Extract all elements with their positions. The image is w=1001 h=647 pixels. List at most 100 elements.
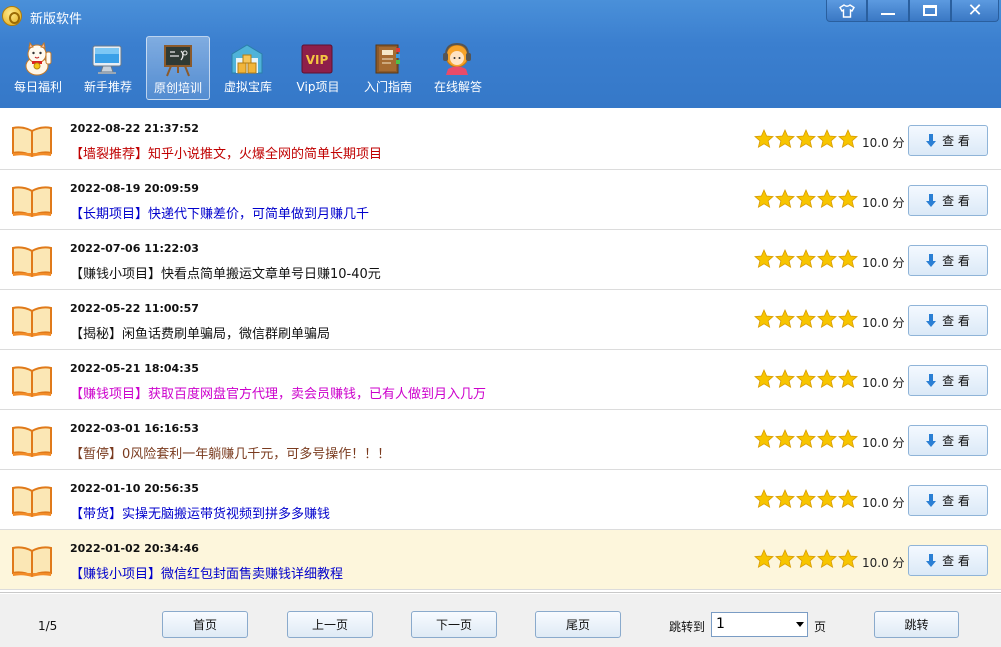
- item-title[interactable]: 【揭秘】闲鱼话费刷单骗局，微信群刷单骗局: [70, 323, 330, 342]
- nav-item-online-help[interactable]: 在线解答: [426, 36, 490, 100]
- vip-icon: VIP: [301, 44, 333, 74]
- download-arrow-icon: [926, 553, 937, 567]
- star-icon: [754, 189, 774, 209]
- list-item[interactable]: 2022-01-02 20:34:46 【赚钱小项目】微信红包封面售卖赚钱详细教…: [0, 530, 1001, 590]
- rating-stars: [754, 489, 858, 509]
- item-score: 10.0 分: [862, 136, 905, 150]
- last-page-button[interactable]: 尾页: [535, 611, 621, 638]
- view-button[interactable]: 查 看: [908, 125, 988, 156]
- page-select[interactable]: 1: [711, 612, 808, 637]
- close-icon: ✕: [967, 0, 983, 21]
- view-button[interactable]: 查 看: [908, 305, 988, 336]
- rating-stars: [754, 369, 858, 389]
- minimize-button[interactable]: [867, 0, 909, 22]
- support-agent-icon: [443, 42, 471, 75]
- view-button-label: 查 看: [942, 374, 970, 388]
- skin-button[interactable]: [826, 0, 867, 22]
- item-date: 2022-03-01 16:16:53: [70, 422, 199, 435]
- download-arrow-icon: [926, 133, 937, 147]
- item-date: 2022-05-21 18:04:35: [70, 362, 199, 375]
- list-item[interactable]: 2022-07-06 11:22:03 【赚钱小项目】快看点简单搬运文章单号日赚…: [0, 230, 1001, 290]
- item-date: 2022-05-22 11:00:57: [70, 302, 199, 315]
- item-score: 10.0 分: [862, 376, 905, 390]
- shirt-icon: [838, 3, 855, 18]
- list-item[interactable]: 2022-08-22 21:37:52 【墙裂推荐】知乎小说推文，火爆全网的简单…: [0, 110, 1001, 170]
- star-icon: [817, 249, 837, 269]
- star-icon: [775, 369, 795, 389]
- star-icon: [838, 369, 858, 389]
- app-logo-icon: [2, 6, 22, 26]
- download-arrow-icon: [926, 433, 937, 447]
- star-icon: [796, 369, 816, 389]
- star-icon: [775, 549, 795, 569]
- item-score: 10.0 分: [862, 316, 905, 330]
- star-icon: [817, 489, 837, 509]
- star-icon: [754, 549, 774, 569]
- close-button[interactable]: ✕: [951, 0, 999, 22]
- nav-item-training[interactable]: 原创培训: [146, 36, 210, 100]
- jump-to-label: 跳转到: [669, 620, 706, 634]
- nav-label: 原创培训: [153, 81, 202, 95]
- view-button[interactable]: 查 看: [908, 185, 988, 216]
- view-button-label: 查 看: [942, 134, 970, 148]
- item-score: 10.0 分: [862, 196, 905, 210]
- maximize-button[interactable]: [909, 0, 951, 22]
- list-item[interactable]: 2022-05-22 11:00:57 【揭秘】闲鱼话费刷单骗局，微信群刷单骗局…: [0, 290, 1001, 350]
- rating-stars: [754, 189, 858, 209]
- item-title[interactable]: 【长期项目】快递代下赚差价，可简单做到月赚几千: [70, 203, 369, 222]
- next-page-button[interactable]: 下一页: [411, 611, 497, 638]
- lucky-cat-icon: [25, 42, 52, 76]
- title-bar: 新版软件 ✕ 每日福利 新手推荐 原创培训 虚拟宝库 VIP Vip项目 入门指…: [0, 0, 1001, 108]
- item-date: 2022-01-10 20:56:35: [70, 482, 199, 495]
- nav-item-guide[interactable]: 入门指南: [356, 36, 420, 100]
- first-page-button[interactable]: 首页: [162, 611, 248, 638]
- list-item[interactable]: 2022-08-19 20:09:59 【长期项目】快递代下赚差价，可简单做到月…: [0, 170, 1001, 230]
- item-score: 10.0 分: [862, 496, 905, 510]
- download-arrow-icon: [926, 493, 937, 507]
- item-title[interactable]: 【暂停】0风险套利一年躺赚几千元，可多号操作！！！: [70, 443, 390, 462]
- item-title[interactable]: 【赚钱小项目】快看点简单搬运文章单号日赚10-40元: [70, 263, 381, 282]
- nav-item-daily-welfare[interactable]: 每日福利: [6, 36, 70, 100]
- star-icon: [817, 129, 837, 149]
- star-icon: [838, 129, 858, 149]
- list-item[interactable]: 2022-03-01 16:16:53 【暂停】0风险套利一年躺赚几千元，可多号…: [0, 410, 1001, 470]
- book-icon: [12, 246, 52, 277]
- item-title[interactable]: 【带货】实操无脑搬运带货视频到拼多多赚钱: [70, 503, 330, 522]
- item-title[interactable]: 【赚钱小项目】微信红包封面售卖赚钱详细教程: [70, 563, 343, 582]
- view-button[interactable]: 查 看: [908, 545, 988, 576]
- view-button[interactable]: 查 看: [908, 425, 988, 456]
- download-arrow-icon: [926, 193, 937, 207]
- download-arrow-icon: [926, 253, 937, 267]
- download-arrow-icon: [926, 373, 937, 387]
- star-icon: [754, 129, 774, 149]
- nav-item-beginner[interactable]: 新手推荐: [76, 36, 140, 100]
- star-icon: [775, 309, 795, 329]
- book-icon: [12, 426, 52, 457]
- monitor-icon: [92, 45, 122, 74]
- dropdown-arrow-icon[interactable]: [796, 622, 804, 627]
- list-item[interactable]: 2022-05-21 18:04:35 【赚钱项目】获取百度网盘官方代理，卖会员…: [0, 350, 1001, 410]
- nav-item-vip[interactable]: VIP Vip项目: [286, 36, 350, 100]
- star-icon: [796, 189, 816, 209]
- book-icon: [12, 486, 52, 517]
- view-button[interactable]: 查 看: [908, 485, 988, 516]
- item-date: 2022-08-19 20:09:59: [70, 182, 199, 195]
- star-icon: [817, 429, 837, 449]
- item-date: 2022-08-22 21:37:52: [70, 122, 199, 135]
- item-title[interactable]: 【墙裂推荐】知乎小说推文，火爆全网的简单长期项目: [70, 143, 382, 162]
- rating-stars: [754, 549, 858, 569]
- view-button[interactable]: 查 看: [908, 245, 988, 276]
- prev-page-button[interactable]: 上一页: [287, 611, 373, 638]
- nav-label: 每日福利: [13, 80, 62, 94]
- view-button[interactable]: 查 看: [908, 365, 988, 396]
- list-item[interactable]: 2022-01-10 20:56:35 【带货】实操无脑搬运带货视频到拼多多赚钱…: [0, 470, 1001, 530]
- view-button-label: 查 看: [942, 554, 970, 568]
- nav-item-virtual-vault[interactable]: 虚拟宝库: [216, 36, 280, 100]
- jump-button[interactable]: 跳转: [874, 611, 959, 638]
- star-icon: [796, 429, 816, 449]
- item-date: 2022-07-06 11:22:03: [70, 242, 199, 255]
- star-icon: [796, 129, 816, 149]
- star-icon: [796, 489, 816, 509]
- item-title[interactable]: 【赚钱项目】获取百度网盘官方代理，卖会员赚钱，已有人做到月入几万: [70, 383, 486, 402]
- star-icon: [838, 249, 858, 269]
